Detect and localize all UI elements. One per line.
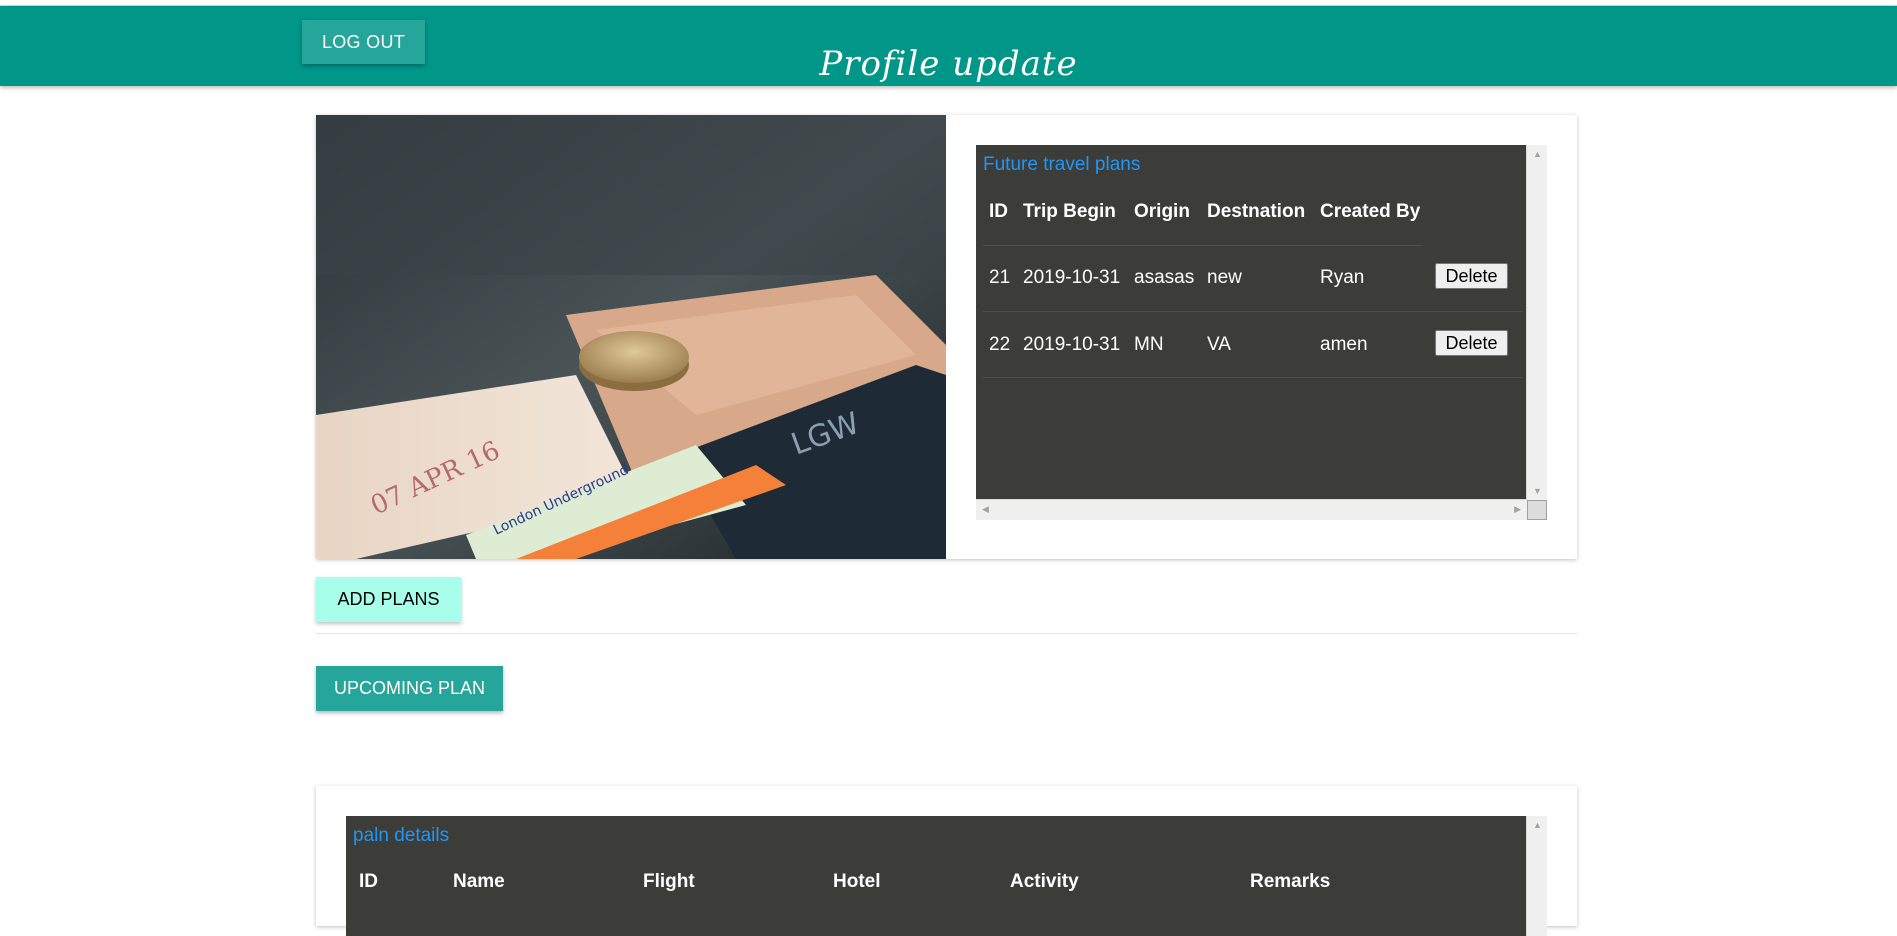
delete-button[interactable]: Delete [1435, 330, 1508, 356]
cell-created-by: Ryan [1320, 267, 1365, 288]
cell-trip-begin: 2019-10-31 [1023, 334, 1121, 355]
cell-origin: MN [1134, 334, 1164, 355]
column-header-hotel: Hotel [833, 871, 881, 892]
row-divider [983, 377, 1523, 378]
page-title: Profile update [819, 44, 1078, 84]
cell-created-by: amen [1320, 334, 1368, 355]
horizontal-scrollbar[interactable]: ◀ ▶ [976, 499, 1527, 520]
scroll-up-arrow-icon[interactable]: ▲ [1533, 820, 1542, 830]
vertical-scrollbar[interactable]: ▲ [1526, 816, 1547, 936]
column-header-trip-begin: Trip Begin [1023, 201, 1116, 222]
column-header-created-by: Created By [1320, 201, 1421, 222]
cell-id: 21 [989, 267, 1011, 288]
header-divider [983, 245, 1423, 246]
column-header-flight: Flight [643, 871, 695, 892]
row-divider [983, 311, 1523, 312]
column-header-remarks: Remarks [1250, 871, 1331, 892]
plan-details-table[interactable]: paln details ID Name Flight Hotel Activi… [346, 816, 1547, 936]
travel-tickets-photo: LGW 07 APR 16 London Underground [316, 115, 946, 559]
add-plans-button[interactable]: ADD PLANS [316, 577, 461, 622]
future-plans-table[interactable]: Future travel plans ID Trip Begin Origin… [976, 145, 1547, 520]
table-caption: Future travel plans [983, 154, 1141, 175]
cell-destination: VA [1207, 334, 1231, 355]
table-caption: paln details [353, 825, 450, 846]
column-header-destination: Destnation [1207, 201, 1306, 222]
scroll-right-arrow-icon[interactable]: ▶ [1514, 504, 1521, 514]
cell-origin: asasas [1134, 267, 1195, 288]
column-header-origin: Origin [1134, 201, 1190, 222]
scroll-left-arrow-icon[interactable]: ◀ [982, 504, 989, 514]
column-header-id: ID [359, 871, 378, 892]
column-header-name: Name [453, 871, 505, 892]
cell-trip-begin: 2019-10-31 [1023, 267, 1121, 288]
scroll-up-arrow-icon[interactable]: ▲ [1533, 149, 1542, 159]
scrollbar-corner [1527, 500, 1547, 520]
app-header: LOG OUT Profile update [0, 6, 1897, 86]
section-divider [316, 633, 1577, 634]
column-header-id: ID [989, 201, 1008, 222]
upcoming-plan-button[interactable]: UPCOMING PLAN [316, 666, 503, 711]
scroll-down-arrow-icon[interactable]: ▼ [1533, 486, 1542, 496]
column-header-activity: Activity [1010, 871, 1079, 892]
cell-id: 22 [989, 334, 1011, 355]
cell-destination: new [1207, 267, 1242, 288]
delete-button[interactable]: Delete [1435, 263, 1508, 289]
vertical-scrollbar[interactable]: ▲ ▼ [1526, 145, 1547, 500]
